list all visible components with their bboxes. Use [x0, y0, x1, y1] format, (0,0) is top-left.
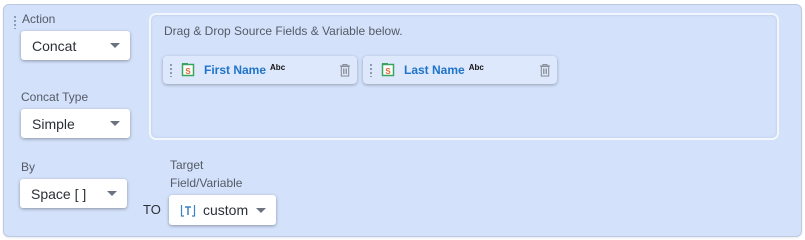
to-label: TO	[143, 202, 161, 217]
chevron-down-icon	[110, 43, 120, 48]
chevron-down-icon	[110, 121, 120, 126]
by-label: By	[21, 160, 36, 174]
panel-drag-handle[interactable]	[13, 15, 17, 29]
chip-drag-handle[interactable]	[369, 63, 373, 77]
concat-type-select-value: Simple	[32, 115, 75, 132]
field-chip-first-name[interactable]: S First Name Abc	[163, 56, 357, 84]
trash-icon[interactable]	[339, 63, 351, 77]
concat-type-select[interactable]: Simple	[21, 109, 130, 138]
trash-icon[interactable]	[539, 63, 551, 77]
action-label: Action	[22, 12, 56, 26]
chip-drag-handle[interactable]	[169, 63, 173, 77]
separator-select[interactable]: Space [ ]	[20, 179, 127, 208]
chip-type-badge: Abc	[468, 62, 484, 72]
chevron-down-icon	[256, 207, 266, 213]
field-chip-last-name[interactable]: S Last Name Abc	[363, 56, 557, 84]
target-label-line2: Field/Variable	[170, 176, 243, 190]
chip-type-badge: Abc	[270, 62, 286, 72]
chip-field-name: First Name	[204, 63, 267, 77]
svg-text:S: S	[385, 67, 391, 76]
action-select-value: Concat	[32, 37, 77, 54]
chevron-down-icon	[107, 191, 117, 196]
target-label: Target	[170, 158, 204, 172]
concat-config-panel: Action Concat Concat Type Simple Drag & …	[3, 4, 802, 237]
chip-field-name: Last Name	[404, 63, 465, 77]
string-field-icon: S	[380, 62, 396, 78]
svg-text:S: S	[185, 67, 191, 76]
source-fields-dropzone[interactable]: Drag & Drop Source Fields & Variable bel…	[149, 13, 779, 140]
target-variable-select[interactable]: custom	[169, 195, 276, 225]
action-select[interactable]: Concat	[21, 31, 130, 60]
separator-select-value: Space [ ]	[31, 185, 87, 202]
text-variable-icon	[180, 202, 196, 218]
target-variable-value: custom	[203, 202, 249, 218]
dropzone-instructions: Drag & Drop Source Fields & Variable bel…	[164, 24, 403, 38]
concat-type-label: Concat Type	[21, 90, 89, 104]
string-field-icon: S	[180, 62, 196, 78]
